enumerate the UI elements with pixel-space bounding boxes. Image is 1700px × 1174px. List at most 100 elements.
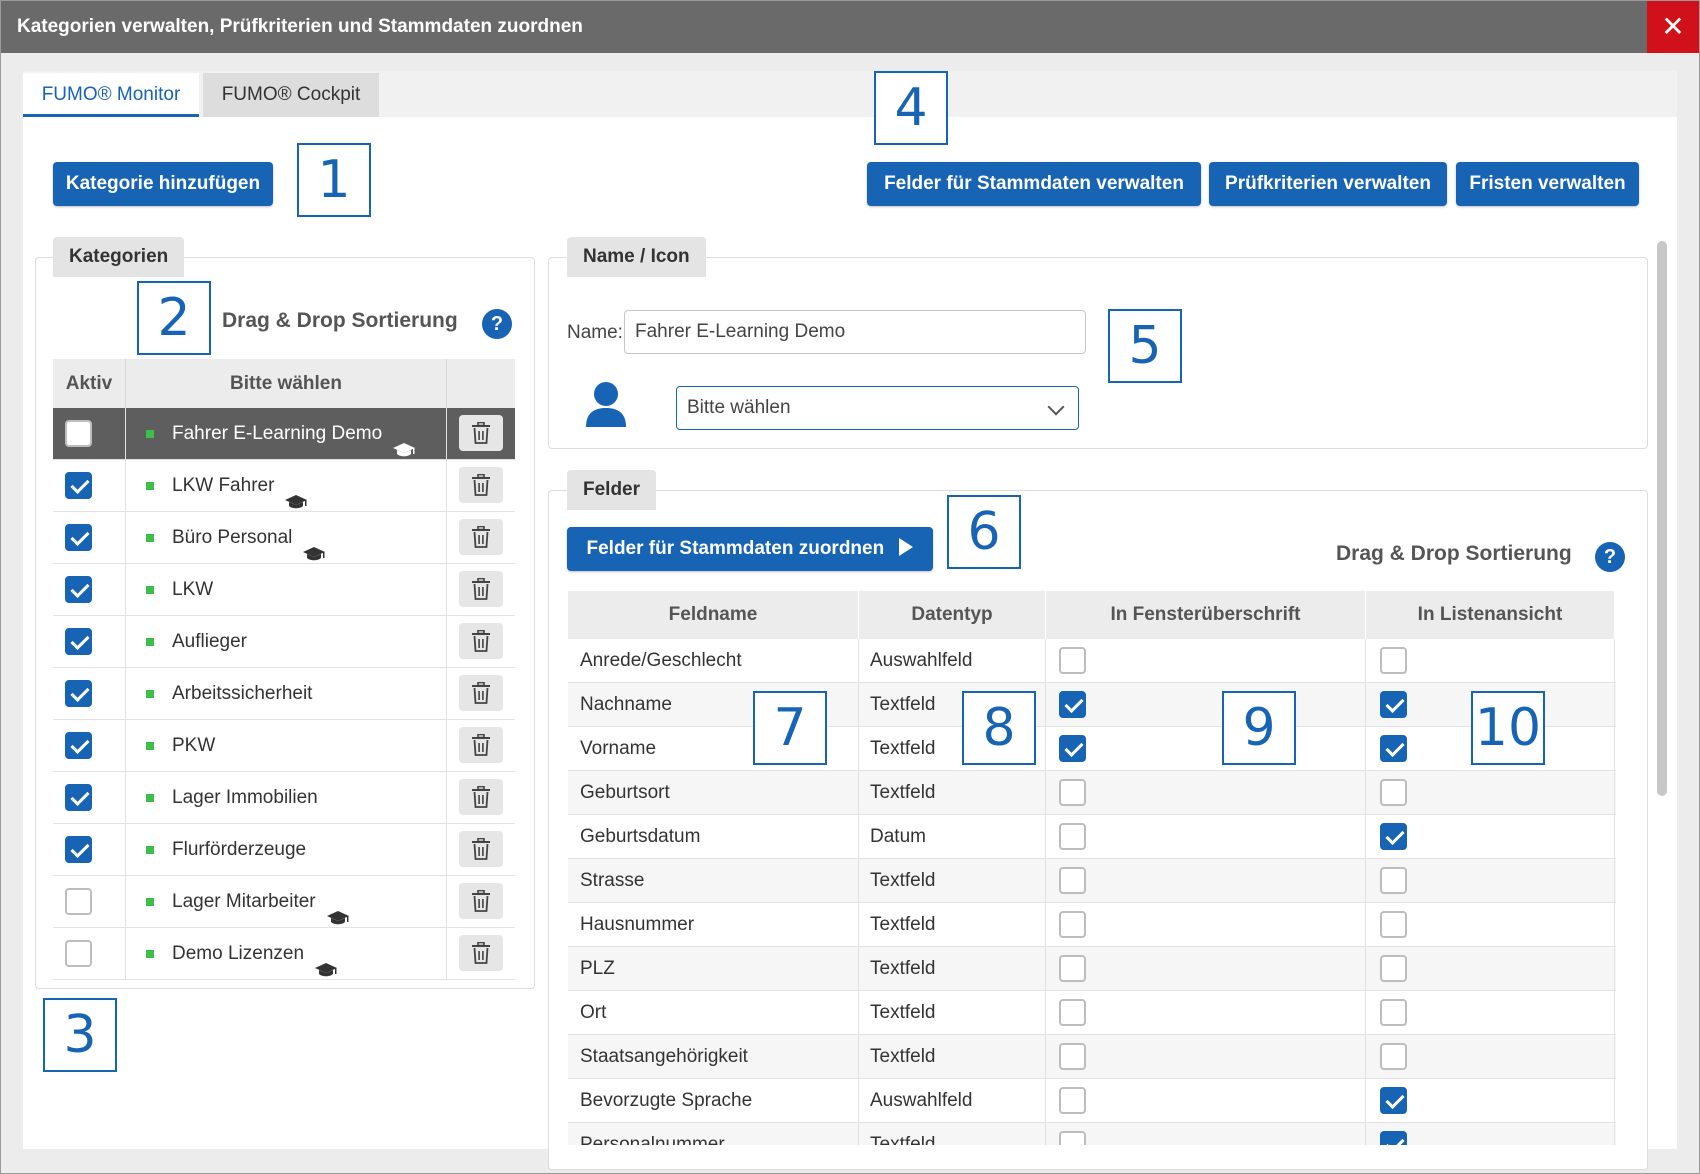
- delete-category-button[interactable]: [459, 467, 503, 503]
- name-input[interactable]: Fahrer E-Learning Demo: [624, 310, 1086, 354]
- in-list-checkbox[interactable]: [1380, 823, 1407, 850]
- in-list-checkbox[interactable]: [1380, 647, 1407, 674]
- category-row[interactable]: Büro Personal: [53, 512, 515, 564]
- delete-category-button[interactable]: [459, 779, 503, 815]
- field-row[interactable]: Staatsangehörigkeit Textfeld: [568, 1035, 1616, 1079]
- in-list-checkbox[interactable]: [1380, 1131, 1407, 1145]
- in-title-checkbox[interactable]: [1059, 867, 1086, 894]
- category-active-checkbox[interactable]: [65, 940, 92, 967]
- category-active-checkbox[interactable]: [65, 680, 92, 707]
- categories-dnd-label: Drag & Drop Sortierung: [222, 309, 458, 332]
- category-active-checkbox[interactable]: [65, 524, 92, 551]
- tab-bar: FUMO® Monitor FUMO® Cockpit: [23, 71, 1677, 117]
- status-indicator: [146, 690, 154, 698]
- category-row[interactable]: Arbeitssicherheit: [53, 668, 515, 720]
- field-row[interactable]: Vorname Textfeld: [568, 727, 1616, 771]
- in-list-checkbox[interactable]: [1380, 867, 1407, 894]
- category-row[interactable]: Fahrer E-Learning Demo: [53, 408, 515, 460]
- field-name: Ort: [580, 1002, 607, 1023]
- in-list-checkbox[interactable]: [1380, 691, 1407, 718]
- status-indicator: [146, 430, 154, 438]
- in-title-checkbox[interactable]: [1059, 955, 1086, 982]
- add-category-button[interactable]: Kategorie hinzufügen: [53, 162, 273, 206]
- delete-category-button[interactable]: [459, 571, 503, 607]
- category-row[interactable]: Flurförderzeuge: [53, 824, 515, 876]
- in-list-checkbox[interactable]: [1380, 779, 1407, 806]
- in-title-checkbox[interactable]: [1059, 999, 1086, 1026]
- in-list-checkbox[interactable]: [1380, 911, 1407, 938]
- field-name: Staatsangehörigkeit: [580, 1046, 748, 1067]
- field-row[interactable]: Geburtsort Textfeld: [568, 771, 1616, 815]
- category-active-checkbox[interactable]: [65, 472, 92, 499]
- field-row[interactable]: Strasse Textfeld: [568, 859, 1616, 903]
- category-name: Auflieger: [172, 631, 247, 652]
- in-list-checkbox[interactable]: [1380, 955, 1407, 982]
- field-type: Textfeld: [870, 694, 936, 715]
- callout-3: 3: [43, 998, 117, 1072]
- in-list-checkbox[interactable]: [1380, 999, 1407, 1026]
- category-row[interactable]: PKW: [53, 720, 515, 772]
- category-row[interactable]: Demo Lizenzen: [53, 928, 515, 980]
- category-active-checkbox[interactable]: [65, 836, 92, 863]
- graduation-cap-icon: [314, 947, 338, 977]
- field-row[interactable]: Geburtsdatum Datum: [568, 815, 1616, 859]
- status-indicator: [146, 534, 154, 542]
- in-title-checkbox[interactable]: [1059, 1087, 1086, 1114]
- tab-fumo-cockpit[interactable]: FUMO® Cockpit: [203, 73, 379, 117]
- icon-select-value: Bitte wählen: [687, 397, 791, 418]
- in-title-checkbox[interactable]: [1059, 735, 1086, 762]
- category-row[interactable]: LKW Fahrer: [53, 460, 515, 512]
- in-title-checkbox[interactable]: [1059, 823, 1086, 850]
- in-list-checkbox[interactable]: [1380, 1043, 1407, 1070]
- in-title-checkbox[interactable]: [1059, 647, 1086, 674]
- category-active-checkbox[interactable]: [65, 732, 92, 759]
- fields-legend: Felder: [567, 470, 657, 510]
- manage-criteria-button[interactable]: Prüfkriterien verwalten: [1209, 162, 1447, 206]
- in-title-checkbox[interactable]: [1059, 911, 1086, 938]
- delete-category-button[interactable]: [459, 519, 503, 555]
- icon-select[interactable]: Bitte wählen: [676, 386, 1079, 430]
- category-active-checkbox[interactable]: [65, 420, 92, 447]
- delete-category-button[interactable]: [459, 883, 503, 919]
- close-button[interactable]: ✕: [1647, 1, 1699, 53]
- category-row[interactable]: Lager Mitarbeiter: [53, 876, 515, 928]
- manage-master-fields-button[interactable]: Felder für Stammdaten verwalten: [867, 162, 1201, 206]
- in-list-checkbox[interactable]: [1380, 1087, 1407, 1114]
- tab-fumo-monitor[interactable]: FUMO® Monitor: [23, 73, 199, 117]
- field-row[interactable]: Personalnummer Textfeld: [568, 1123, 1616, 1145]
- field-row[interactable]: Bevorzugte Sprache Auswahlfeld: [568, 1079, 1616, 1123]
- category-active-checkbox[interactable]: [65, 888, 92, 915]
- field-name: Personalnummer: [580, 1134, 725, 1145]
- delete-category-button[interactable]: [459, 831, 503, 867]
- in-list-checkbox[interactable]: [1380, 735, 1407, 762]
- name-label: Name:: [567, 322, 623, 343]
- field-name: Hausnummer: [580, 914, 695, 935]
- category-row[interactable]: Lager Immobilien: [53, 772, 515, 824]
- category-row[interactable]: LKW: [53, 564, 515, 616]
- field-row[interactable]: Ort Textfeld: [568, 991, 1616, 1035]
- in-title-checkbox[interactable]: [1059, 1131, 1086, 1145]
- categories-help-icon[interactable]: ?: [482, 309, 512, 339]
- field-row[interactable]: Hausnummer Textfeld: [568, 903, 1616, 947]
- delete-category-button[interactable]: [459, 935, 503, 971]
- category-active-checkbox[interactable]: [65, 628, 92, 655]
- category-row[interactable]: Auflieger: [53, 616, 515, 668]
- callout-9: 9: [1222, 691, 1296, 765]
- field-row[interactable]: PLZ Textfeld: [568, 947, 1616, 991]
- category-active-checkbox[interactable]: [65, 576, 92, 603]
- delete-category-button[interactable]: [459, 727, 503, 763]
- in-title-checkbox[interactable]: [1059, 691, 1086, 718]
- category-active-checkbox[interactable]: [65, 784, 92, 811]
- field-row[interactable]: Nachname Textfeld: [568, 683, 1616, 727]
- scrollbar-thumb[interactable]: [1657, 241, 1667, 796]
- in-title-checkbox[interactable]: [1059, 779, 1086, 806]
- delete-category-button[interactable]: [459, 675, 503, 711]
- delete-category-button[interactable]: [459, 623, 503, 659]
- field-name: Nachname: [580, 694, 672, 715]
- category-name: PKW: [172, 735, 216, 756]
- categories-table-header: Aktiv Bitte wählen: [53, 359, 515, 408]
- field-row[interactable]: Anrede/Geschlecht Auswahlfeld: [568, 639, 1616, 683]
- manage-deadlines-button[interactable]: Fristen verwalten: [1456, 162, 1639, 206]
- delete-category-button[interactable]: [459, 415, 503, 451]
- in-title-checkbox[interactable]: [1059, 1043, 1086, 1070]
